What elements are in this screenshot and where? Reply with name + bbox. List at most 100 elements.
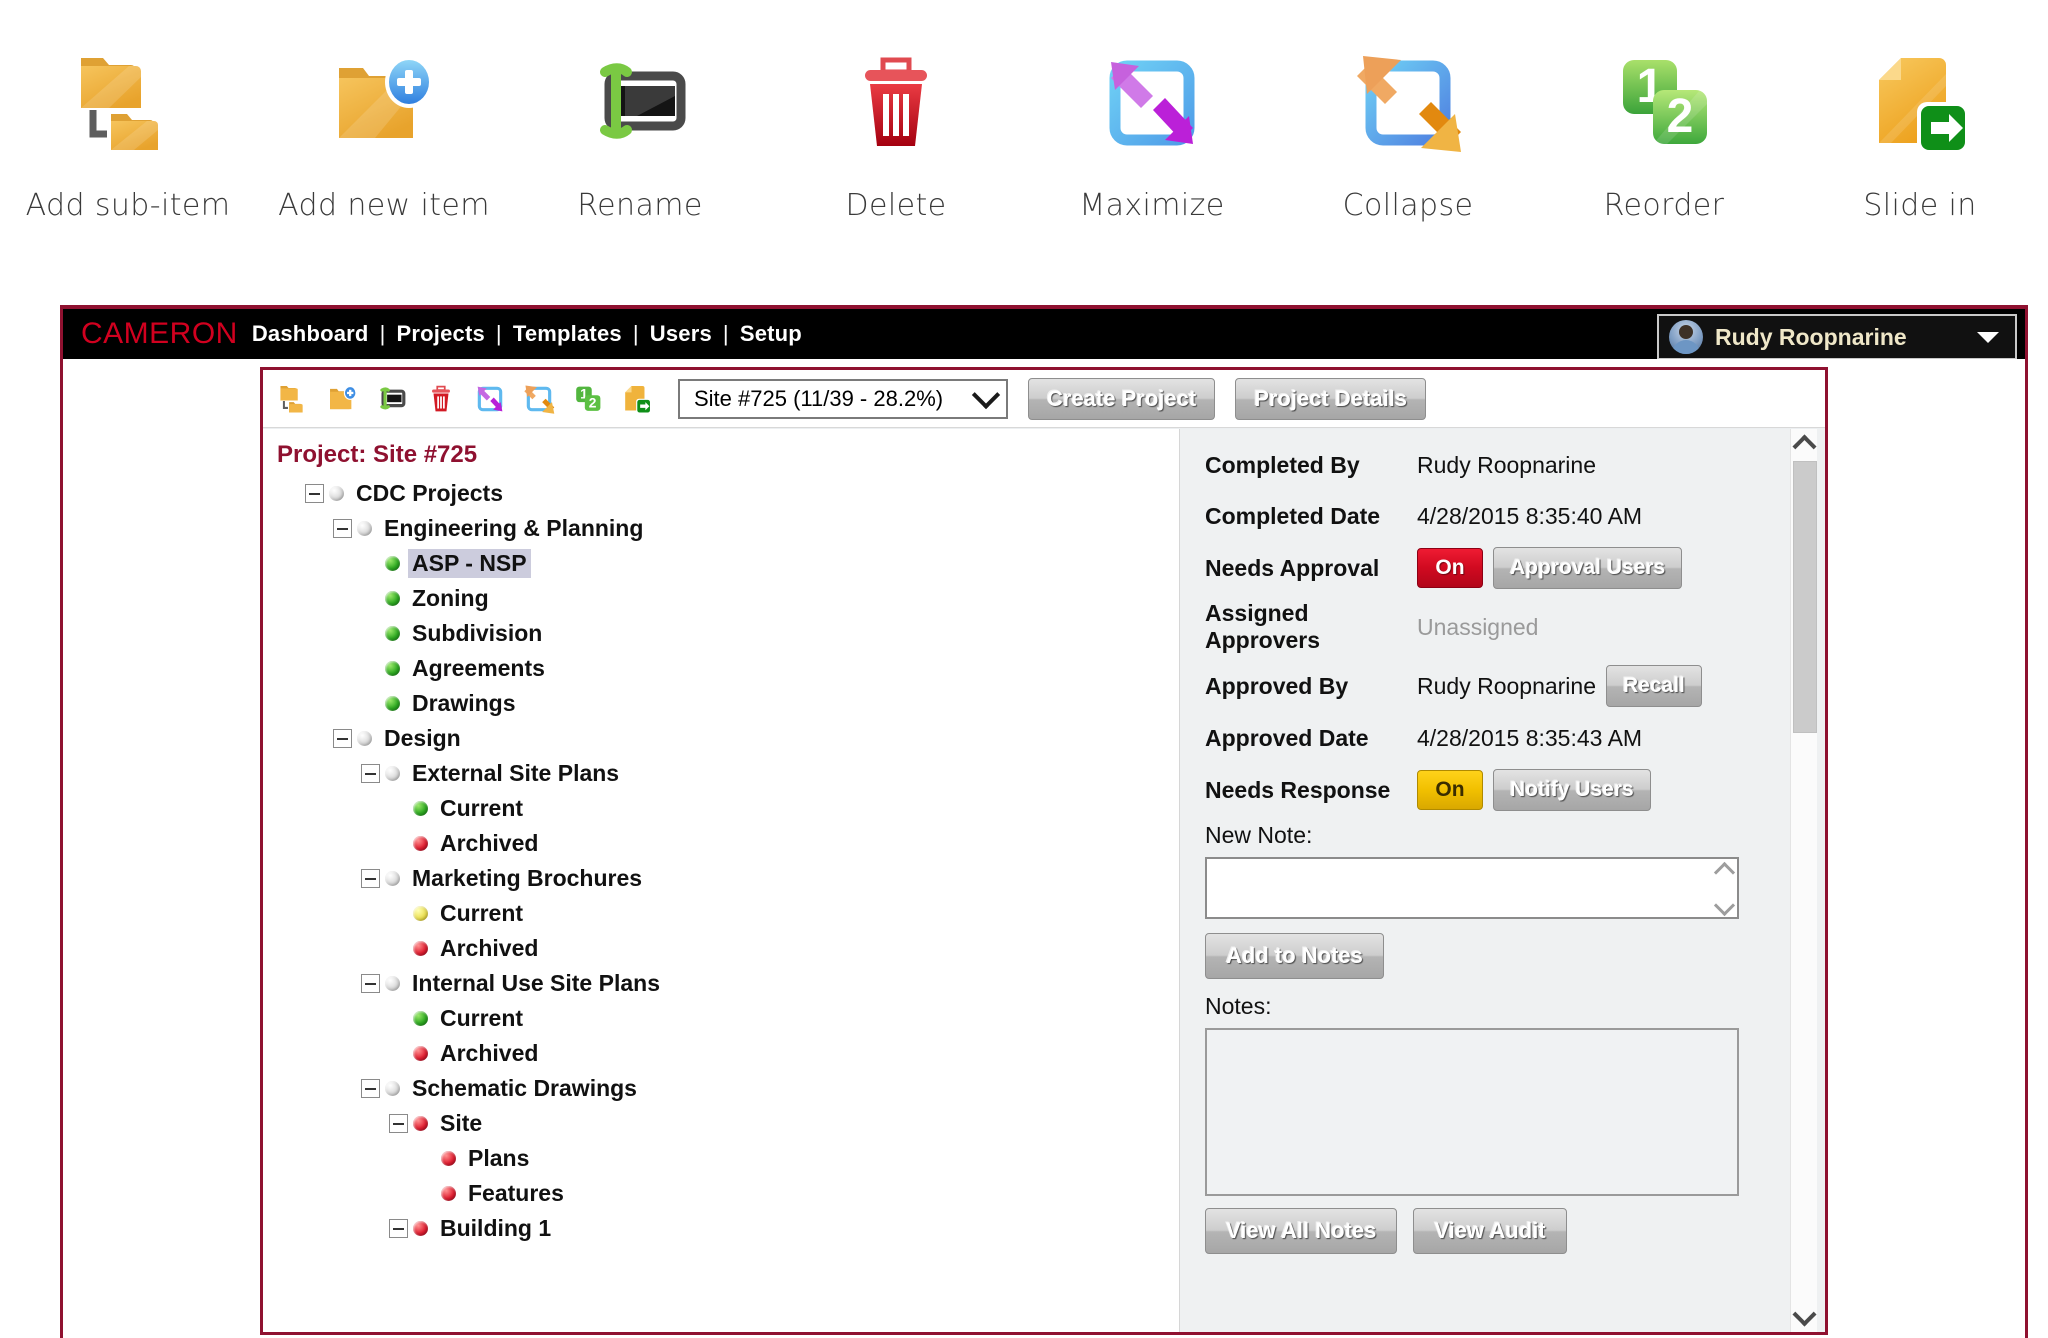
folder-add-icon[interactable] (324, 380, 362, 418)
assigned-approvers-label: Assigned Approvers (1205, 600, 1321, 653)
legend-item-add-sub-item: Add sub-item (0, 28, 256, 223)
tree-node[interactable]: CDC Projects (263, 476, 1179, 511)
new-note-label: New Note: (1205, 822, 1313, 848)
tree-node[interactable]: Agreements (263, 651, 1179, 686)
chevron-down-icon[interactable] (1713, 894, 1735, 917)
svg-text:2: 2 (1667, 90, 1694, 143)
rename-icon[interactable] (373, 380, 411, 418)
tree-node[interactable]: Drawings (263, 686, 1179, 721)
application-window: CAMERON Dashboard | Projects | Templates… (60, 305, 2028, 1338)
trash-icon[interactable] (422, 380, 460, 418)
tree-node[interactable]: Design (263, 721, 1179, 756)
tree-node-label: ASP - NSP (408, 549, 531, 578)
tree-node[interactable]: Internal Use Site Plans (263, 966, 1179, 1001)
tree-node[interactable]: Engineering & Planning (263, 511, 1179, 546)
tree-node[interactable]: Subdivision (263, 616, 1179, 651)
tree-node[interactable]: Marketing Brochures (263, 861, 1179, 896)
tree-expander-collapse-icon[interactable] (333, 519, 352, 538)
scroll-down-button[interactable] (1791, 1302, 1817, 1330)
status-bullet-grey-icon (385, 1081, 400, 1096)
tree-expander-collapse-icon[interactable] (361, 764, 380, 783)
reorder-numbers-icon[interactable]: 1 2 (569, 380, 607, 418)
chevron-down-icon (1791, 1302, 1817, 1327)
collapse-arrows-icon[interactable] (520, 380, 558, 418)
detail-pane-scrollbar[interactable] (1790, 429, 1817, 1332)
tree-expander-collapse-icon[interactable] (333, 729, 352, 748)
tree-node[interactable]: Archived (263, 826, 1179, 861)
new-note-input[interactable] (1207, 859, 1737, 917)
project-details-button[interactable]: Project Details (1235, 377, 1427, 420)
project-panel: 1 2 Site #725 (11/39 - 28.2%) Create Pro… (260, 367, 1828, 1335)
nav-item-dashboard[interactable]: Dashboard (252, 321, 369, 347)
tree-node[interactable]: Current (263, 1001, 1179, 1036)
tree-node[interactable]: Building 1 (263, 1211, 1179, 1246)
top-navigation-bar: CAMERON Dashboard | Projects | Templates… (63, 305, 2025, 360)
scrollbar-thumb[interactable] (1793, 461, 1817, 733)
needs-response-toggle[interactable]: On (1417, 770, 1483, 810)
tree-expander-collapse-icon[interactable] (305, 484, 324, 503)
tree-node-label: CDC Projects (356, 480, 503, 506)
status-bullet-green-icon (385, 696, 400, 711)
notify-users-button[interactable]: Notify Users (1493, 769, 1651, 811)
project-select-value: Site #725 (11/39 - 28.2%) (694, 385, 944, 411)
status-bullet-green-icon (385, 556, 400, 571)
tree-node[interactable]: Archived (263, 1036, 1179, 1071)
tree-node[interactable]: Archived (263, 931, 1179, 966)
legend-item-reorder: 1 2 Reorder (1536, 28, 1792, 223)
folder-sub-item-icon[interactable] (275, 380, 313, 418)
notes-readonly-box (1205, 1028, 1739, 1196)
tree-expander-collapse-icon[interactable] (389, 1219, 408, 1238)
nav-separator: | (379, 321, 386, 346)
page-body: 1 2 Site #725 (11/39 - 28.2%) Create Pro… (63, 359, 2025, 1335)
view-all-notes-button[interactable]: View All Notes (1205, 1208, 1398, 1254)
status-bullet-grey-icon (385, 766, 400, 781)
project-select[interactable]: Site #725 (11/39 - 28.2%) (678, 378, 1008, 419)
status-bullet-red-icon (413, 941, 428, 956)
nav-item-projects[interactable]: Projects (396, 321, 484, 347)
tree-node[interactable]: ASP - NSP (263, 546, 1179, 581)
tree-expander-collapse-icon[interactable] (361, 974, 380, 993)
slide-in-icon (1845, 28, 1995, 178)
tree-expander-collapse-icon[interactable] (361, 869, 380, 888)
slide-in-icon[interactable] (618, 380, 656, 418)
legend-item-delete: Delete (768, 28, 1024, 223)
tree-node[interactable]: Current (263, 791, 1179, 826)
status-bullet-green-icon (413, 1011, 428, 1026)
new-note-scrollbar[interactable] (1713, 861, 1735, 917)
tree-expander-collapse-icon[interactable] (361, 1079, 380, 1098)
needs-approval-toggle[interactable]: On (1417, 548, 1483, 588)
needs-response-label: Needs Response (1205, 776, 1391, 803)
status-bullet-red-icon (413, 1046, 428, 1061)
tree-node[interactable]: Site (263, 1106, 1179, 1141)
scroll-up-button[interactable] (1791, 431, 1817, 459)
detail-row-approved-date: Approved Date 4/28/2015 8:35:43 AM (1205, 718, 1825, 758)
tree-node-label: External Site Plans (412, 760, 620, 786)
tree-node[interactable]: Features (263, 1176, 1179, 1211)
avatar (1669, 320, 1703, 354)
user-menu[interactable]: Rudy Roopnarine (1657, 314, 2017, 360)
chevron-down-icon[interactable] (971, 380, 1001, 410)
tree-node[interactable]: Schematic Drawings (263, 1071, 1179, 1106)
add-to-notes-button[interactable]: Add to Notes (1205, 933, 1384, 979)
recall-button[interactable]: Recall (1606, 665, 1702, 707)
chevron-up-icon[interactable] (1713, 861, 1735, 884)
approval-users-button[interactable]: Approval Users (1493, 547, 1683, 589)
maximize-arrows-icon[interactable] (471, 380, 509, 418)
nav-item-setup[interactable]: Setup (740, 321, 802, 347)
new-note-input-wrap[interactable] (1205, 857, 1739, 919)
tree-node[interactable]: Current (263, 896, 1179, 931)
panel-content: Project: Site #725 CDC Projects Engineeri… (263, 429, 1825, 1332)
nav-item-users[interactable]: Users (650, 321, 712, 347)
status-bullet-red-icon (413, 836, 428, 851)
create-project-button[interactable]: Create Project (1028, 377, 1216, 420)
tree-node[interactable]: Plans (263, 1141, 1179, 1176)
tree-node-label: Archived (440, 830, 539, 856)
tree-node-label: Schematic Drawings (412, 1075, 637, 1101)
tree-node[interactable]: External Site Plans (263, 756, 1179, 791)
nav-item-templates[interactable]: Templates (513, 321, 622, 347)
chevron-down-icon[interactable] (1977, 331, 1999, 343)
rename-icon (565, 28, 715, 178)
tree-expander-collapse-icon[interactable] (389, 1114, 408, 1133)
view-audit-button[interactable]: View Audit (1413, 1208, 1567, 1254)
tree-node[interactable]: Zoning (263, 581, 1179, 616)
